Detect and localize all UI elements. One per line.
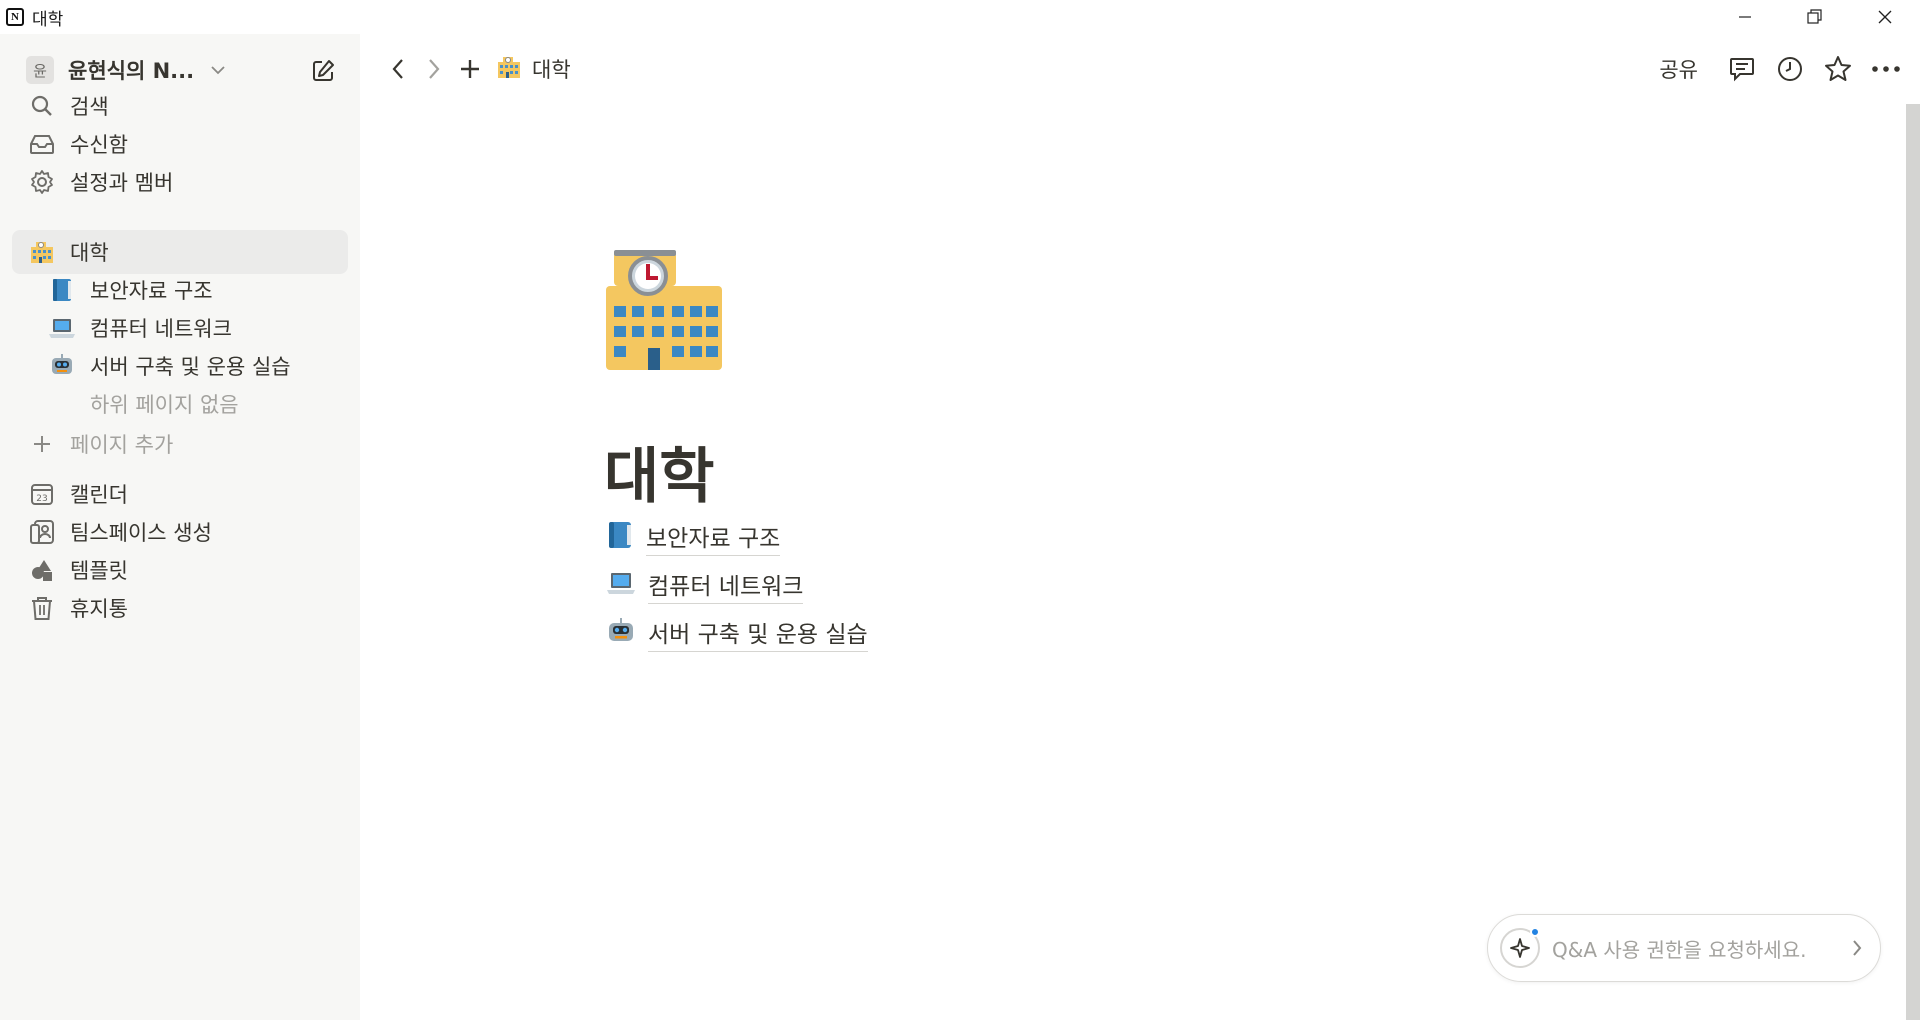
calendar-icon: 23 [26, 478, 58, 510]
title-bar: N 대학 [0, 0, 1920, 34]
share-button[interactable]: 공유 [1659, 54, 1698, 84]
close-button[interactable] [1850, 0, 1920, 34]
notification-dot [1530, 927, 1540, 937]
laptop-icon [46, 312, 78, 344]
shapes-icon [26, 554, 58, 586]
sidebar-item-label: 컴퓨터 네트워크 [90, 317, 232, 341]
notion-logo-icon: N [6, 8, 24, 26]
clock-icon [1778, 57, 1802, 81]
sidebar-item-label: 서버 구축 및 운용 실습 [90, 355, 291, 379]
page-title[interactable]: 대학 [604, 428, 714, 515]
chevron-right-icon [429, 59, 440, 79]
add-page-button[interactable]: 페이지 추가 [12, 422, 348, 466]
sidebar-item-label: 캘린더 [70, 483, 128, 507]
sidebar-item-label: 보안자료 구조 [90, 279, 213, 303]
forward-button[interactable] [416, 51, 452, 87]
favorite-button[interactable] [1820, 51, 1856, 87]
page-link-label: 보안자료 구조 [646, 519, 781, 556]
sidebar-item-label: 팀스페이스 생성 [70, 521, 212, 545]
empty-icon-slot [46, 388, 78, 420]
chevron-down-icon [210, 65, 226, 75]
compose-icon [313, 60, 334, 81]
chevron-left-icon [392, 59, 403, 79]
sidebar-item-label: 대학 [70, 241, 109, 265]
trash-icon [26, 592, 58, 624]
sidebar-item-label: 하위 페이지 없음 [90, 393, 239, 417]
blue-book-icon [606, 520, 634, 554]
page-icon[interactable] [604, 248, 724, 372]
close-icon [1878, 10, 1892, 24]
page-link-label: 컴퓨터 네트워크 [648, 567, 804, 604]
window-controls [1710, 0, 1920, 34]
sidebar-item-label: 휴지통 [70, 597, 128, 621]
topbar-actions: 공유 [1659, 34, 1904, 104]
school-building-icon [496, 54, 522, 84]
workspace-avatar: 윤 [26, 56, 54, 84]
more-horizontal-icon [1872, 66, 1900, 72]
sidebar-item-label: 설정과 멤버 [70, 171, 174, 195]
laptop-icon [606, 570, 636, 600]
sidebar-item-label: 수신함 [70, 133, 128, 157]
sidebar-item-settings[interactable]: 설정과 멤버 [12, 160, 348, 204]
updates-button[interactable] [1772, 51, 1808, 87]
svg-text:23: 23 [36, 494, 47, 504]
sidebar-item-label: 검색 [70, 95, 109, 119]
no-subpages-label: 하위 페이지 없음 [12, 382, 348, 426]
back-button[interactable] [380, 51, 416, 87]
plus-icon [26, 428, 58, 460]
comments-button[interactable] [1724, 51, 1760, 87]
sidebar-item-label: 템플릿 [70, 559, 128, 583]
page-link-label: 서버 구축 및 운용 실습 [648, 615, 868, 652]
window-title: 대학 [32, 9, 64, 30]
sidebar: 윤 윤현식의 N... 검색 수신함 설정과 멤버 대학 보안자료 구조 컴퓨터… [0, 34, 360, 1020]
star-icon [1825, 56, 1851, 81]
scrollbar[interactable] [1906, 104, 1920, 1020]
restore-button[interactable] [1780, 0, 1850, 34]
qa-request-button[interactable]: Q&A 사용 권한을 요청하세요. [1487, 914, 1881, 982]
blue-book-icon [46, 274, 78, 306]
new-tab-button[interactable] [452, 51, 488, 87]
gear-icon [26, 166, 58, 198]
school-building-icon [606, 250, 722, 370]
page-topbar: 대학 공유 [360, 34, 1920, 104]
minimize-icon [1739, 16, 1751, 18]
page-link-computer-network[interactable]: 컴퓨터 네트워크 [606, 566, 804, 604]
breadcrumb[interactable]: 대학 [496, 54, 571, 84]
ai-sparkle-icon [1500, 927, 1540, 968]
page-link-server-lab[interactable]: 서버 구축 및 운용 실습 [606, 614, 868, 652]
robot-icon [46, 350, 78, 382]
school-building-icon [26, 236, 58, 268]
breadcrumb-label: 대학 [532, 58, 571, 82]
new-page-button[interactable] [308, 56, 338, 86]
search-icon [26, 90, 58, 122]
comment-icon [1730, 58, 1754, 82]
qa-placeholder: Q&A 사용 권한을 요청하세요. [1552, 937, 1807, 962]
more-button[interactable] [1868, 51, 1904, 87]
minimize-button[interactable] [1710, 0, 1780, 34]
plus-icon [461, 60, 479, 78]
sidebar-item-trash[interactable]: 휴지통 [12, 586, 348, 630]
sidebar-item-label: 페이지 추가 [70, 433, 174, 457]
teamspace-icon [26, 516, 58, 548]
restore-icon [1807, 9, 1822, 24]
page-link-security-data[interactable]: 보안자료 구조 [606, 518, 781, 556]
chevron-right-icon [1852, 939, 1862, 961]
inbox-icon [26, 128, 58, 160]
robot-icon [606, 617, 636, 649]
workspace-name: 윤현식의 N... [68, 59, 195, 83]
